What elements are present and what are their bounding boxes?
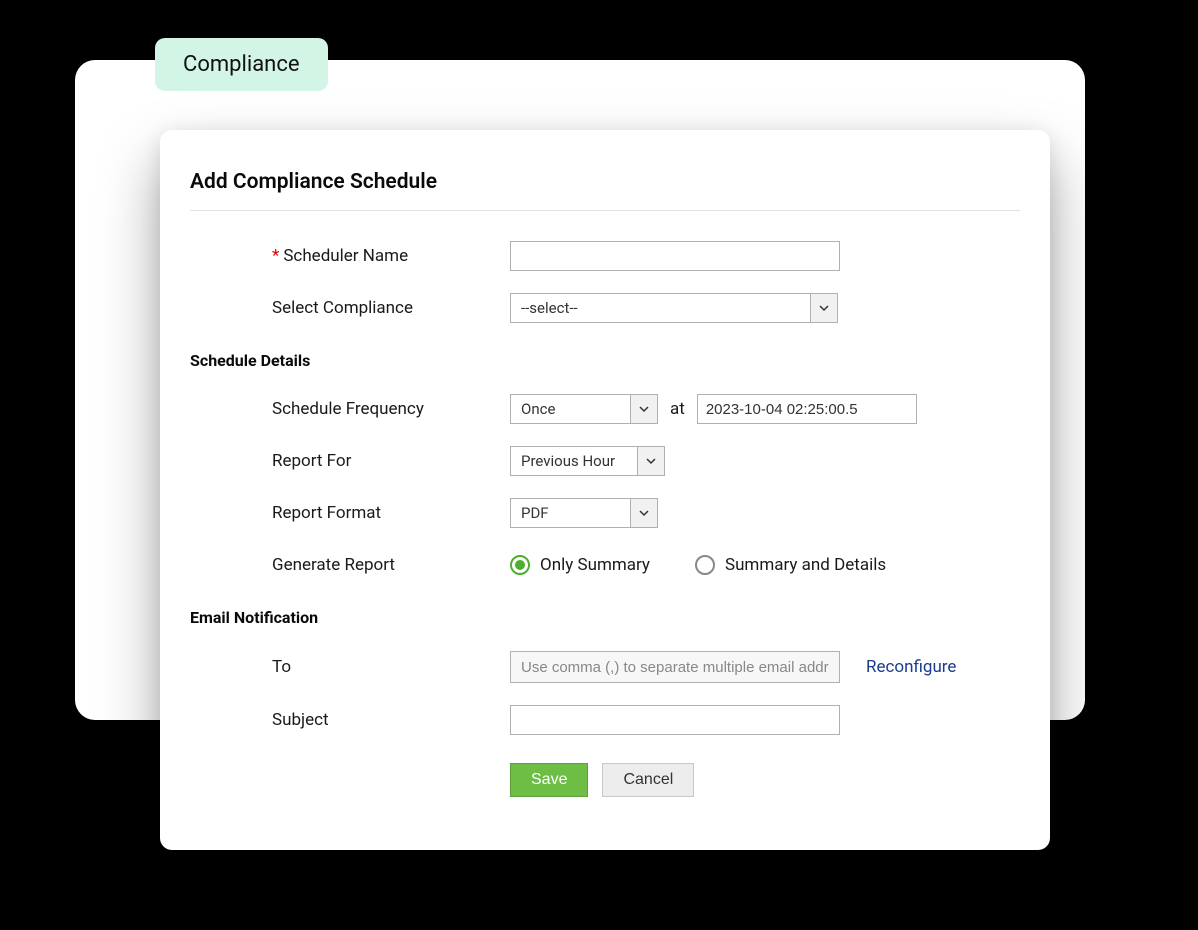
label-scheduler-name: *Scheduler Name: [190, 246, 510, 266]
report-format-value: PDF: [510, 498, 630, 528]
chevron-down-icon[interactable]: [810, 293, 838, 323]
radio-summary-details-label: Summary and Details: [725, 555, 886, 575]
select-compliance-dropdown[interactable]: --select--: [510, 293, 838, 323]
chevron-down-icon[interactable]: [630, 498, 658, 528]
select-compliance-value: --select--: [510, 293, 810, 323]
schedule-datetime-input[interactable]: [697, 394, 917, 424]
schedule-frequency-dropdown[interactable]: Once: [510, 394, 658, 424]
radio-only-summary-label: Only Summary: [540, 555, 650, 575]
report-format-dropdown[interactable]: PDF: [510, 498, 658, 528]
cancel-button[interactable]: Cancel: [602, 763, 694, 797]
label-report-for: Report For: [190, 451, 510, 471]
report-for-dropdown[interactable]: Previous Hour: [510, 446, 665, 476]
row-scheduler-name: *Scheduler Name: [190, 241, 1020, 271]
row-email-to: To Reconfigure: [190, 651, 1020, 683]
row-report-format: Report Format PDF: [190, 498, 1020, 528]
save-button[interactable]: Save: [510, 763, 588, 797]
report-for-value: Previous Hour: [510, 446, 637, 476]
heading-email-notification: Email Notification: [190, 608, 1020, 627]
row-generate-report: Generate Report Only Summary Summary and…: [190, 550, 1020, 580]
email-to-input[interactable]: [510, 651, 840, 683]
label-select-compliance: Select Compliance: [190, 298, 510, 318]
schedule-frequency-value: Once: [510, 394, 630, 424]
chevron-down-icon[interactable]: [630, 394, 658, 424]
required-asterisk: *: [272, 246, 279, 266]
row-schedule-frequency: Schedule Frequency Once at: [190, 394, 1020, 424]
label-schedule-frequency: Schedule Frequency: [190, 399, 510, 419]
tab-compliance[interactable]: Compliance: [155, 38, 328, 91]
label-generate-report: Generate Report: [190, 555, 510, 575]
reconfigure-link[interactable]: Reconfigure: [866, 657, 956, 677]
label-email-subject: Subject: [190, 710, 510, 730]
generate-report-radio-group: Only Summary Summary and Details: [510, 555, 886, 575]
radio-summary-details[interactable]: Summary and Details: [695, 555, 886, 575]
row-report-for: Report For Previous Hour: [190, 446, 1020, 476]
heading-schedule-details: Schedule Details: [190, 351, 1020, 370]
radio-only-summary[interactable]: Only Summary: [510, 555, 650, 575]
chevron-down-icon[interactable]: [637, 446, 665, 476]
scheduler-name-input[interactable]: [510, 241, 840, 271]
at-label: at: [670, 399, 685, 419]
label-email-to: To: [190, 657, 510, 677]
tab-label-text: Compliance: [183, 52, 300, 77]
row-email-subject: Subject: [190, 705, 1020, 735]
compliance-schedule-panel: Add Compliance Schedule *Scheduler Name …: [160, 130, 1050, 850]
radio-icon: [510, 555, 530, 575]
label-report-format: Report Format: [190, 503, 510, 523]
button-row: Save Cancel: [510, 763, 1020, 797]
radio-icon: [695, 555, 715, 575]
row-select-compliance: Select Compliance --select--: [190, 293, 1020, 323]
email-subject-input[interactable]: [510, 705, 840, 735]
panel-title: Add Compliance Schedule: [190, 170, 1020, 211]
